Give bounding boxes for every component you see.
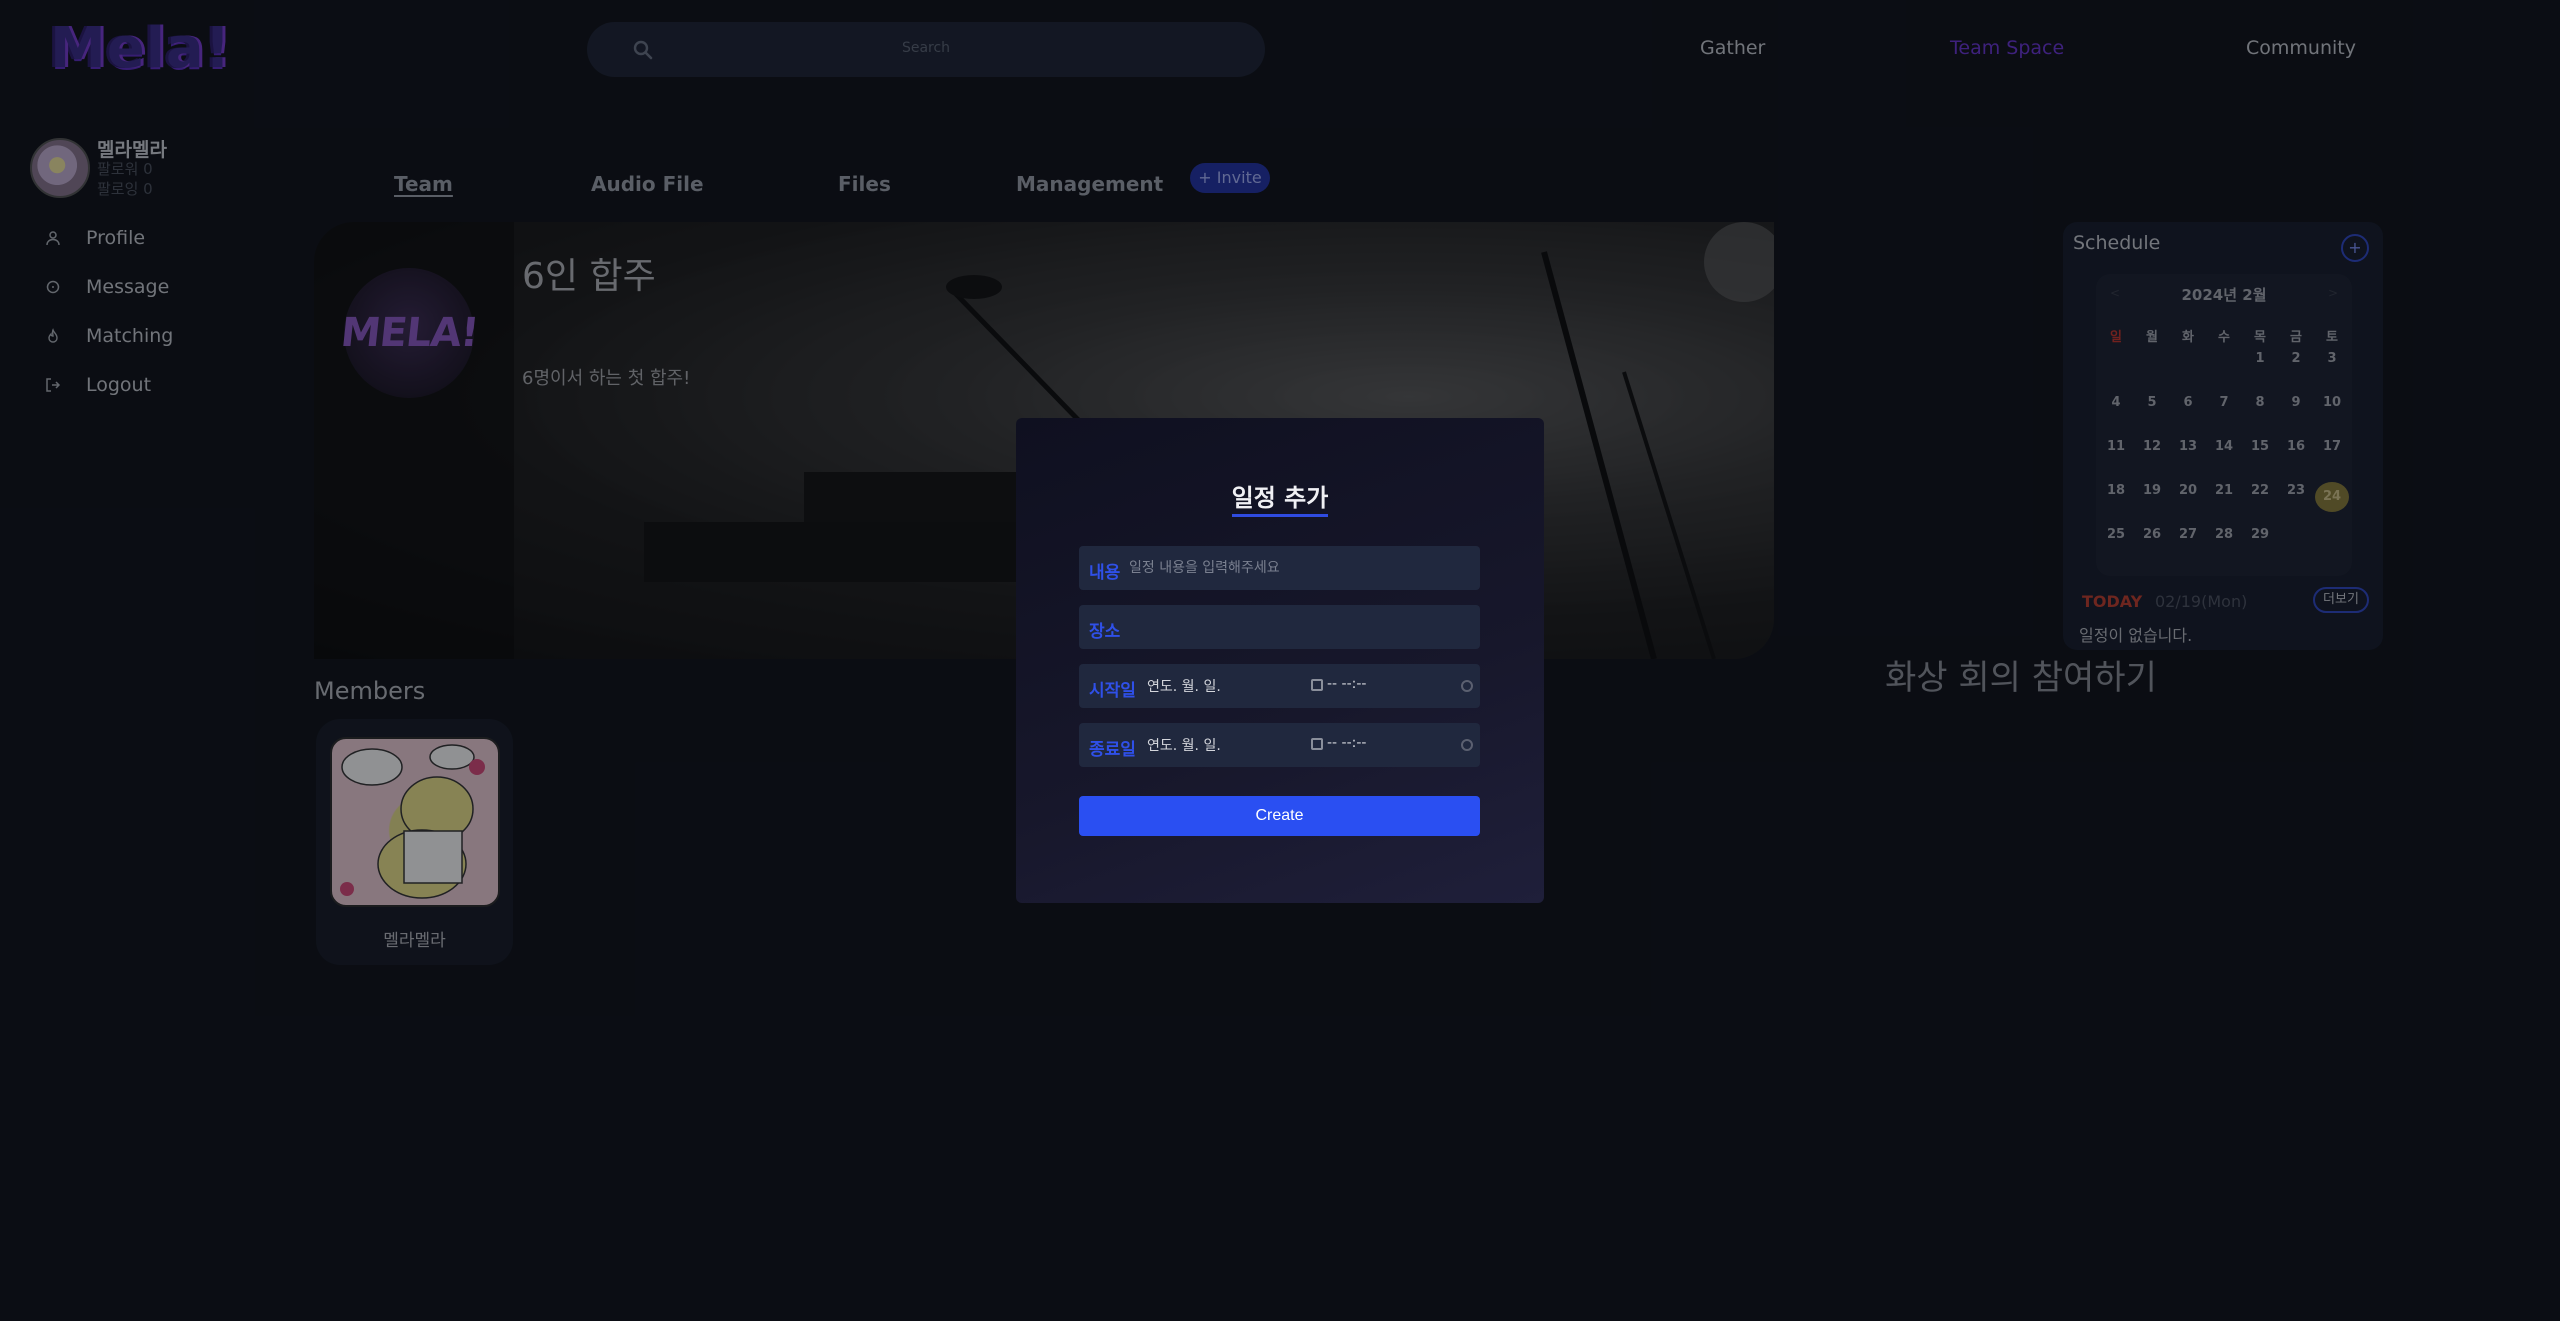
clock-icon[interactable] (1461, 739, 1473, 751)
start-date-field[interactable]: 시작일 연도. 월. 일. -- --:-- (1079, 664, 1480, 708)
location-label: 장소 (1089, 622, 1121, 642)
content-input[interactable] (1129, 556, 1459, 580)
create-button[interactable]: Create (1079, 796, 1480, 836)
location-input[interactable] (1129, 615, 1459, 639)
calendar-icon[interactable] (1311, 679, 1323, 691)
clock-icon[interactable] (1461, 680, 1473, 692)
location-field[interactable]: 장소 (1079, 605, 1480, 649)
modal-title: 일정 추가 (1016, 478, 1544, 517)
end-time-value[interactable]: -- --:-- (1327, 735, 1366, 751)
start-date-label: 시작일 (1089, 681, 1136, 701)
add-schedule-modal: 일정 추가 내용 장소 시작일 연도. 월. 일. -- --:-- 종료일 연… (1016, 418, 1544, 903)
calendar-icon[interactable] (1311, 738, 1323, 750)
end-date-field[interactable]: 종료일 연도. 월. 일. -- --:-- (1079, 723, 1480, 767)
start-date-value[interactable]: 연도. 월. 일. (1147, 676, 1221, 696)
end-date-label: 종료일 (1089, 740, 1136, 760)
end-date-value[interactable]: 연도. 월. 일. (1147, 735, 1221, 755)
start-time-value[interactable]: -- --:-- (1327, 676, 1366, 692)
content-label: 내용 (1089, 563, 1121, 583)
modal-title-text: 일정 추가 (1231, 484, 1329, 517)
content-field[interactable]: 내용 (1079, 546, 1480, 590)
